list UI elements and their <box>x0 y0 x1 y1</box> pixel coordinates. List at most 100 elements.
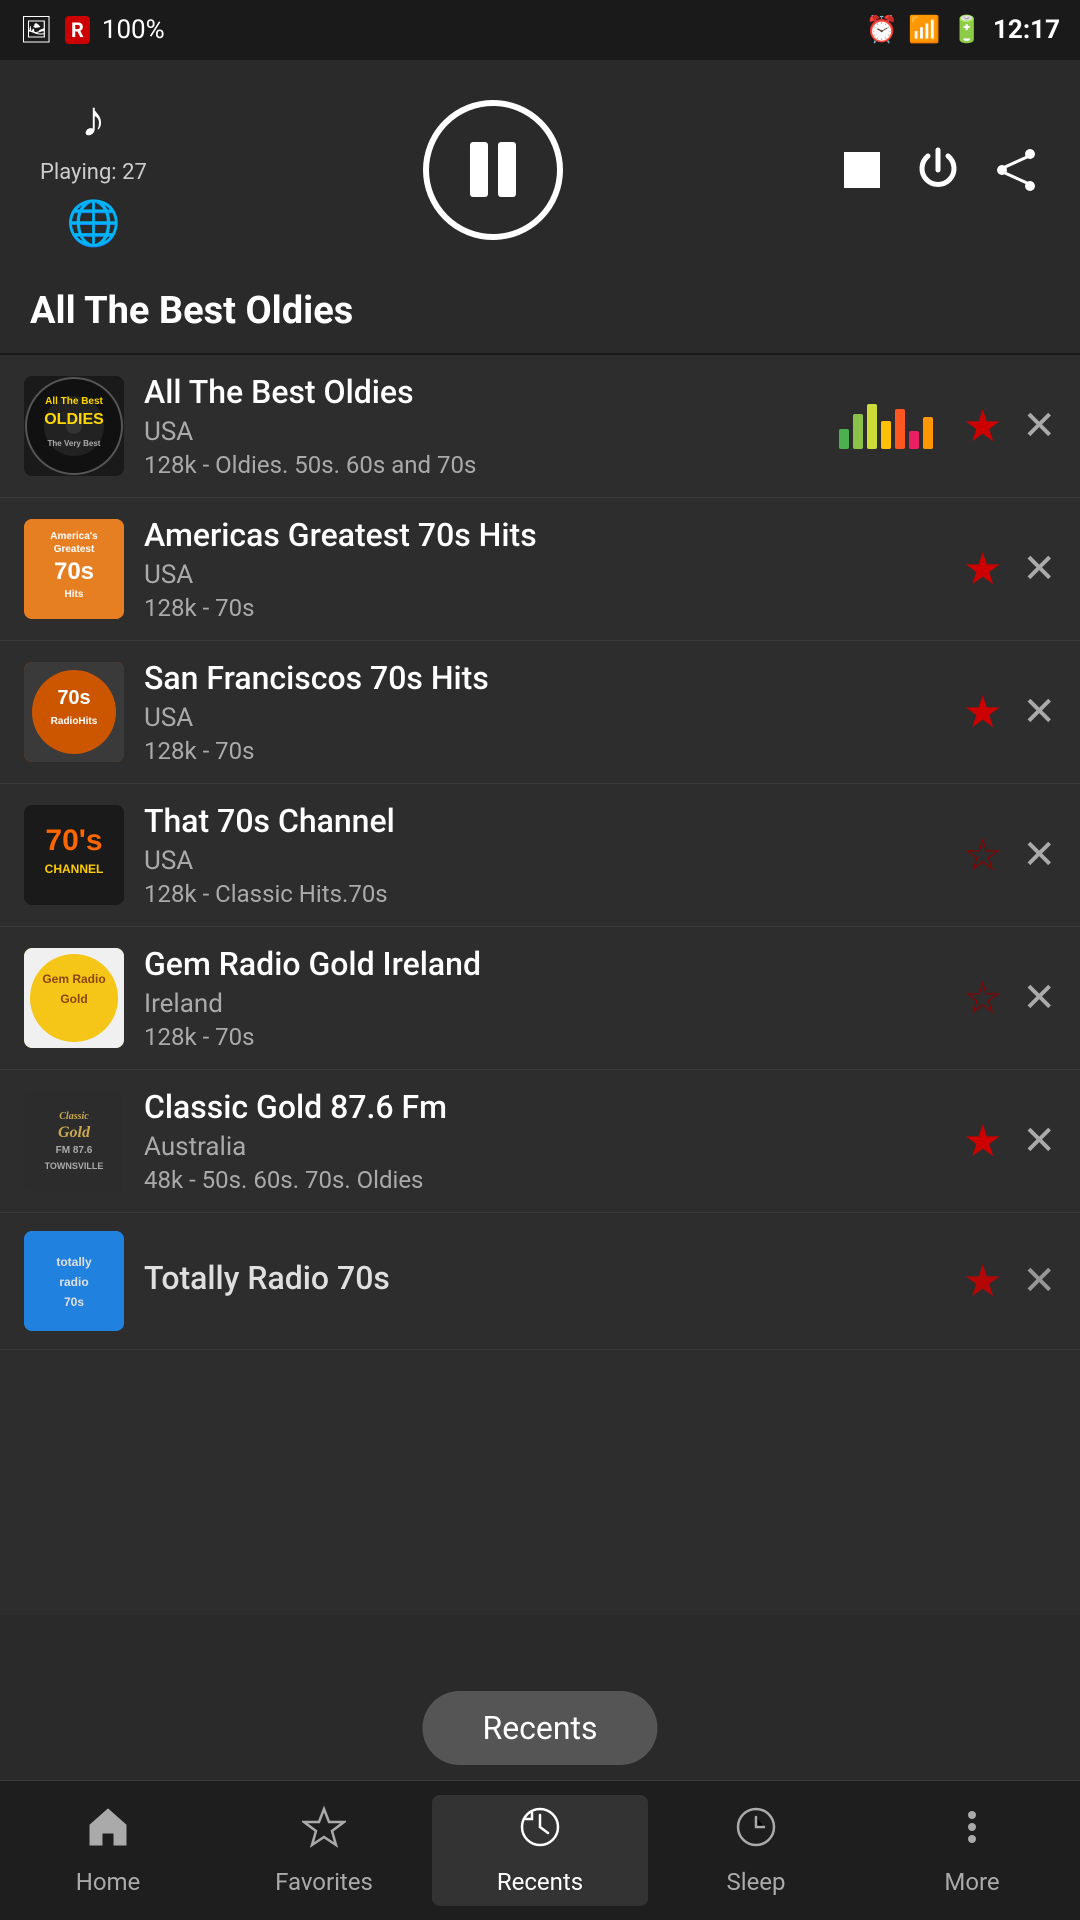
playing-label: Playing: 27 <box>40 160 147 185</box>
station-name-6: Classic Gold 87.6 Fm <box>144 1088 943 1126</box>
share-button[interactable] <box>992 146 1040 194</box>
station-logo-1: All The Best OLDIES The Very Best <box>24 376 124 476</box>
station-actions-5: ☆ ✕ <box>963 973 1056 1024</box>
station-logo-2: America's Greatest 70s Hits <box>24 519 124 619</box>
home-icon <box>86 1805 130 1860</box>
station-name-1: All The Best Oldies <box>144 373 819 411</box>
nav-label-sleep: Sleep <box>726 1868 785 1896</box>
station-country-4: USA <box>144 846 943 876</box>
station-actions-4: ☆ ✕ <box>963 830 1056 881</box>
remove-button-2[interactable]: ✕ <box>1022 546 1056 592</box>
pause-bar-right <box>498 142 516 197</box>
station-logo-5: Gem Radio Gold <box>24 948 124 1048</box>
nav-item-more[interactable]: More <box>864 1795 1080 1906</box>
station-country-1: USA <box>144 417 819 447</box>
station-info-2: Americas Greatest 70s Hits USA 128k - 70… <box>144 516 943 622</box>
station-desc-1: 128k - Oldies. 50s. 60s and 70s <box>144 451 476 479</box>
station-actions-3: ★ ✕ <box>963 687 1056 738</box>
svg-text:RadioHits: RadioHits <box>51 716 98 727</box>
alarm-icon: ⏰ <box>866 15 898 45</box>
player-center <box>423 100 563 240</box>
svg-text:70s: 70s <box>64 1295 84 1309</box>
pause-bar-left <box>470 142 488 197</box>
svg-text:The Very Best: The Very Best <box>48 439 101 448</box>
svg-text:70s: 70s <box>57 687 90 709</box>
favorite-button-4[interactable]: ☆ <box>963 830 1002 881</box>
svg-text:CHANNEL: CHANNEL <box>45 862 104 876</box>
battery-number: 100% <box>102 15 165 45</box>
station-desc-2: 128k - 70s <box>144 594 943 622</box>
recents-tooltip: Recents <box>422 1691 657 1765</box>
nav-item-home[interactable]: Home <box>0 1795 216 1906</box>
station-item-3[interactable]: 70s RadioHits San Franciscos 70s Hits US… <box>0 641 1080 784</box>
nav-item-favorites[interactable]: Favorites <box>216 1795 432 1906</box>
station-name-4: That 70s Channel <box>144 802 943 840</box>
svg-text:Gem Radio: Gem Radio <box>42 972 105 986</box>
wifi-icon: 📶 <box>908 15 940 45</box>
station-country-6: Australia <box>144 1132 943 1162</box>
station-logo-7: totally radio 70s <box>24 1231 124 1331</box>
station-info-4: That 70s Channel USA 128k - Classic Hits… <box>144 802 943 908</box>
share-icon <box>992 146 1040 194</box>
star-outline-icon <box>302 1805 346 1860</box>
bottom-nav: Home Favorites Recents <box>0 1780 1080 1920</box>
photo-icon: 🖼 <box>20 15 53 45</box>
pause-icon <box>470 142 516 197</box>
app-icon: R <box>65 16 90 44</box>
station-item-4[interactable]: 70's CHANNEL That 70s Channel USA 128k -… <box>0 784 1080 927</box>
stop-button[interactable] <box>840 148 884 192</box>
pause-button[interactable] <box>423 100 563 240</box>
station-logo-3: 70s RadioHits <box>24 662 124 762</box>
player-left-section: ♪ Playing: 27 🌐 <box>40 90 147 249</box>
remove-button-5[interactable]: ✕ <box>1022 975 1056 1021</box>
clock-icon <box>734 1805 778 1860</box>
station-item-6[interactable]: Classic Gold FM 87.6 TOWNSVILLE Classic … <box>0 1070 1080 1213</box>
favorite-button-5[interactable]: ☆ <box>963 973 1002 1024</box>
nav-item-recents[interactable]: Recents <box>432 1795 648 1906</box>
nav-label-more: More <box>944 1868 999 1896</box>
station-item-1[interactable]: All The Best OLDIES The Very Best All Th… <box>0 355 1080 498</box>
remove-button-7[interactable]: ✕ <box>1022 1258 1056 1304</box>
favorite-button-2[interactable]: ★ <box>963 544 1002 595</box>
svg-text:Gold: Gold <box>60 992 87 1006</box>
power-icon <box>914 146 962 194</box>
svg-text:All The Best: All The Best <box>45 396 103 407</box>
remove-button-3[interactable]: ✕ <box>1022 689 1056 735</box>
svg-text:totally: totally <box>56 1255 92 1269</box>
station-item-5[interactable]: Gem Radio Gold Gem Radio Gold Ireland Ir… <box>0 927 1080 1070</box>
favorite-button-6[interactable]: ★ <box>963 1116 1002 1167</box>
svg-text:Greatest: Greatest <box>54 544 95 555</box>
status-bar: 🖼 R 100% ⏰ 📶 🔋 12:17 <box>0 0 1080 60</box>
station-logo-6: Classic Gold FM 87.6 TOWNSVILLE <box>24 1091 124 1191</box>
station-country-5: Ireland <box>144 989 943 1019</box>
svg-text:FM 87.6: FM 87.6 <box>56 1145 93 1156</box>
remove-button-6[interactable]: ✕ <box>1022 1118 1056 1164</box>
favorite-button-7[interactable]: ★ <box>963 1256 1002 1307</box>
stop-icon <box>840 148 884 192</box>
station-actions-6: ★ ✕ <box>963 1116 1056 1167</box>
station-name-7: Totally Radio 70s <box>144 1259 943 1297</box>
station-name-2: Americas Greatest 70s Hits <box>144 516 943 554</box>
svg-text:70s: 70s <box>54 558 94 585</box>
station-info-6: Classic Gold 87.6 Fm Australia 48k - 50s… <box>144 1088 943 1194</box>
nav-label-recents: Recents <box>497 1868 583 1896</box>
station-item-2[interactable]: America's Greatest 70s Hits Americas Gre… <box>0 498 1080 641</box>
nav-item-sleep[interactable]: Sleep <box>648 1795 864 1906</box>
station-list: All The Best OLDIES The Very Best All Th… <box>0 355 1080 1615</box>
station-info-3: San Franciscos 70s Hits USA 128k - 70s <box>144 659 943 765</box>
station-info-5: Gem Radio Gold Ireland Ireland 128k - 70… <box>144 945 943 1051</box>
power-button[interactable] <box>914 146 962 194</box>
favorite-button-3[interactable]: ★ <box>963 687 1002 738</box>
globe-button[interactable]: 🌐 <box>66 197 121 249</box>
svg-text:OLDIES: OLDIES <box>44 411 104 428</box>
station-name-5: Gem Radio Gold Ireland <box>144 945 943 983</box>
remove-button-4[interactable]: ✕ <box>1022 832 1056 878</box>
history-icon <box>518 1805 562 1860</box>
station-country-3: USA <box>144 703 943 733</box>
music-note-button[interactable]: ♪ <box>81 90 106 148</box>
station-item-7[interactable]: totally radio 70s Totally Radio 70s ★ ✕ <box>0 1213 1080 1350</box>
favorite-button-1[interactable]: ★ <box>963 401 1002 452</box>
battery-icon: 🔋 <box>951 15 983 45</box>
remove-button-1[interactable]: ✕ <box>1022 403 1056 449</box>
player-header: ♪ Playing: 27 🌐 <box>0 60 1080 279</box>
